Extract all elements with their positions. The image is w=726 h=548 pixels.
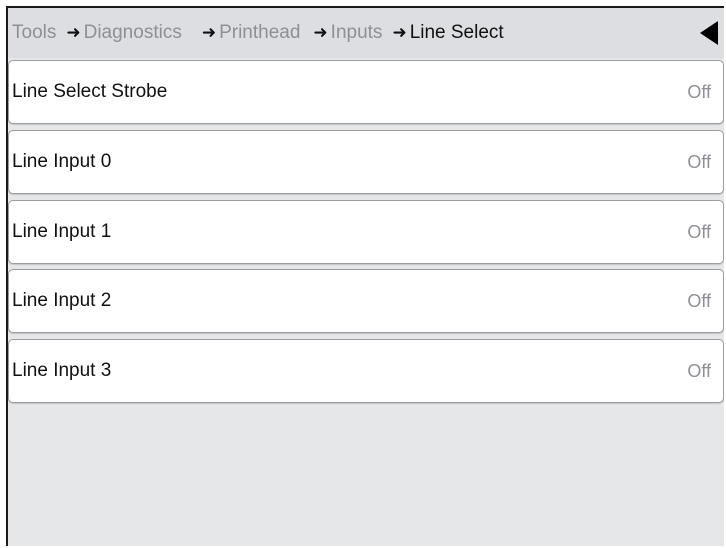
list-item-label: Line Select Strobe — [12, 81, 168, 102]
list-item-label: Line Input 0 — [12, 151, 112, 172]
list-item-line-select-strobe[interactable]: Line Select Strobe Off — [8, 60, 724, 124]
breadcrumb: Tools ➜ Diagnostics ➜ Printhead ➜ Inputs… — [12, 8, 504, 58]
list-item-value: Off — [687, 222, 711, 242]
list-item-line-input-2[interactable]: Line Input 2 Off — [8, 269, 724, 333]
breadcrumb-printhead[interactable]: Printhead — [219, 22, 300, 44]
list-item-value: Off — [687, 291, 711, 311]
list-item-label: Line Input 1 — [12, 221, 112, 242]
list-item-value: Off — [687, 82, 711, 102]
list-item-label: Line Input 2 — [12, 290, 112, 311]
back-triangle-icon — [700, 21, 718, 45]
breadcrumb-tools[interactable]: Tools — [12, 22, 56, 44]
breadcrumb-line-select: Line Select — [409, 22, 504, 43]
list-item-line-input-3[interactable]: Line Input 3 Off — [8, 339, 724, 403]
breadcrumb-inputs[interactable]: Inputs — [331, 22, 383, 44]
list-item-value: Off — [687, 361, 711, 381]
screen: Tools ➜ Diagnostics ➜ Printhead ➜ Inputs… — [6, 6, 724, 546]
header-bar: Tools ➜ Diagnostics ➜ Printhead ➜ Inputs… — [8, 8, 724, 58]
list-item-line-input-0[interactable]: Line Input 0 Off — [8, 130, 724, 194]
breadcrumb-arrow-icon: ➜ — [392, 23, 407, 43]
breadcrumb-arrow-icon: ➜ — [313, 23, 328, 43]
list-item-label: Line Input 3 — [12, 360, 112, 381]
list-item-line-input-1[interactable]: Line Input 1 Off — [8, 200, 724, 264]
back-button[interactable] — [696, 18, 724, 48]
breadcrumb-arrow-icon: ➜ — [66, 23, 81, 43]
breadcrumb-arrow-icon: ➜ — [201, 23, 217, 43]
breadcrumb-diagnostics[interactable]: Diagnostics — [84, 22, 182, 44]
list-item-value: Off — [687, 152, 711, 172]
